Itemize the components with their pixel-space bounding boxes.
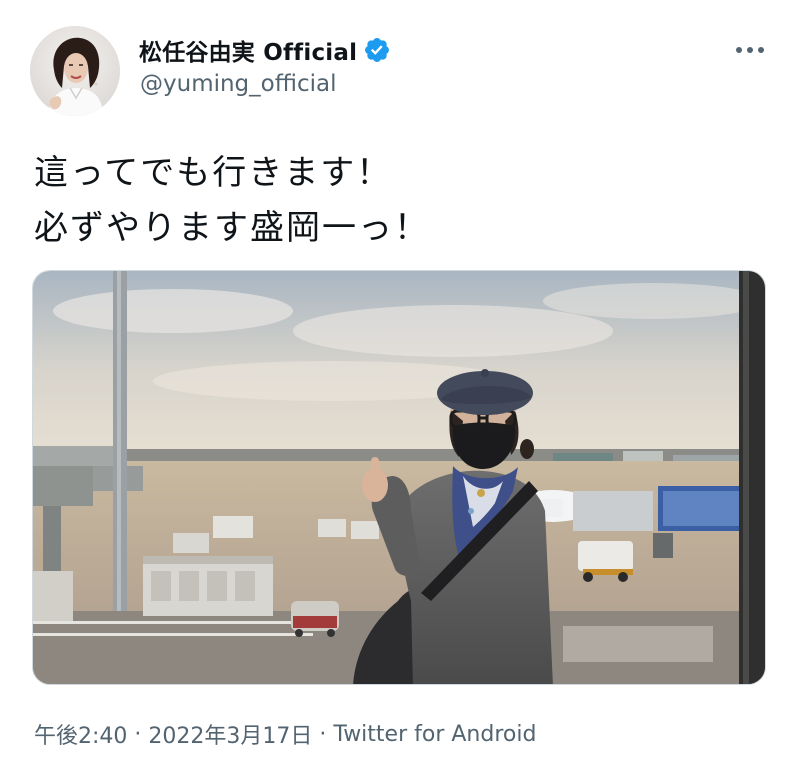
author-name-row[interactable]: 松任谷由実 Official [139, 33, 391, 67]
more-options-icon[interactable] [733, 38, 767, 62]
tweet-text: 這ってでも行きます！ 必ずやります盛岡一っ！ [34, 146, 774, 256]
tweet-metadata: 午後2:40 · 2022年3月17日 · Twitter for Androi… [34, 718, 536, 750]
meta-separator: · [319, 721, 327, 747]
tweet-detail: 松任谷由実 Official @yuming_official 這ってでも行きま… [0, 0, 800, 773]
tweet-date[interactable]: 2022年3月17日 [148, 718, 312, 750]
tweet-text-line-1: 這ってでも行きます！ [34, 153, 393, 193]
author-handle[interactable]: @yuming_official [140, 71, 337, 97]
tweet-source-link[interactable]: Twitter for Android [333, 722, 536, 747]
tweet-photo[interactable] [32, 270, 766, 685]
avatar[interactable] [30, 26, 120, 116]
tweet-time[interactable]: 午後2:40 [34, 718, 127, 750]
tweet-text-line-2: 必ずやります盛岡一っ！ [34, 208, 430, 248]
meta-separator: · [134, 721, 142, 747]
verified-badge-icon [363, 36, 391, 64]
author-display-name[interactable]: 松任谷由実 Official [139, 33, 357, 67]
